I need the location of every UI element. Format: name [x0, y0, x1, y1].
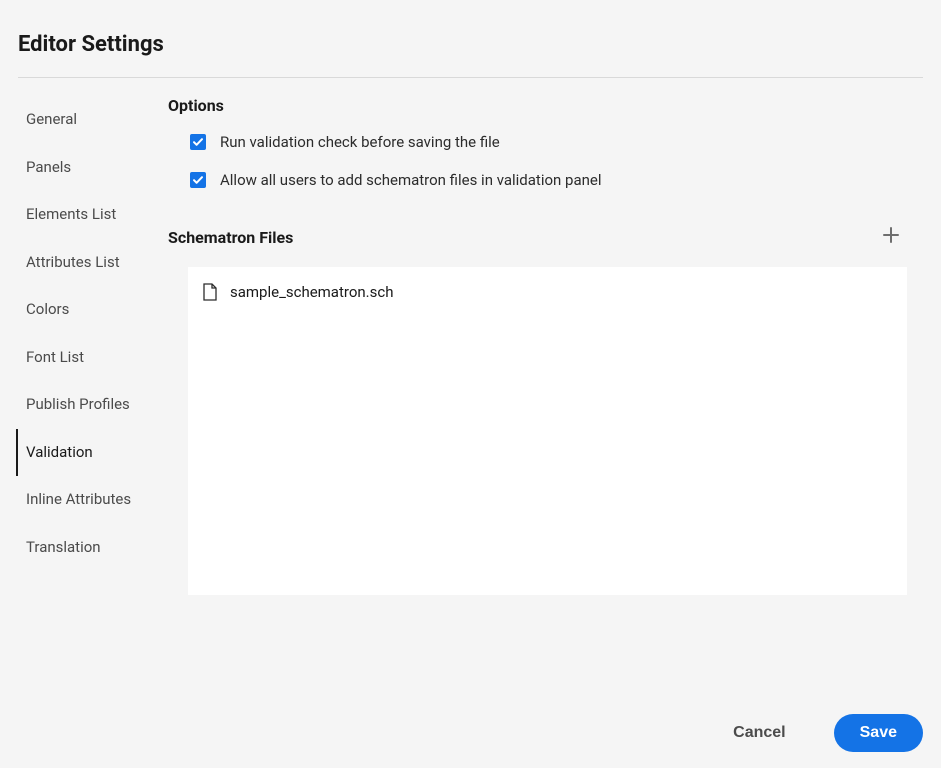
add-schematron-file-button[interactable] — [877, 223, 905, 251]
sidebar-item-attributes-list[interactable]: Attributes List — [16, 239, 168, 287]
sidebar-item-label: Attributes List — [26, 253, 120, 271]
schematron-section: Schematron Files sample_schematron.sch — [168, 223, 917, 595]
sidebar-item-label: Colors — [26, 300, 69, 318]
save-button[interactable]: Save — [834, 714, 923, 752]
checkbox-option-run-validation[interactable]: Run validation check before saving the f… — [190, 133, 917, 151]
plus-icon — [882, 226, 900, 248]
checkbox-label: Run validation check before saving the f… — [220, 133, 500, 151]
sidebar-item-label: Validation — [26, 443, 93, 461]
sidebar-item-label: General — [26, 110, 77, 128]
options-heading: Options — [168, 96, 917, 115]
schematron-header-row: Schematron Files — [168, 223, 917, 251]
checkbox-option-allow-schematron[interactable]: Allow all users to add schematron files … — [190, 171, 917, 189]
main-panel: Options Run validation check before savi… — [168, 96, 941, 595]
schematron-heading: Schematron Files — [168, 228, 293, 247]
sidebar-item-label: Inline Attributes — [26, 490, 131, 508]
sidebar-item-label: Font List — [26, 348, 84, 366]
checkbox-label: Allow all users to add schematron files … — [220, 171, 602, 189]
file-icon — [202, 283, 218, 301]
page-title: Editor Settings — [0, 0, 941, 77]
checkbox-icon — [190, 134, 206, 150]
sidebar-item-translation[interactable]: Translation — [16, 524, 168, 572]
sidebar-nav: General Panels Elements List Attributes … — [16, 96, 168, 595]
sidebar-item-publish-profiles[interactable]: Publish Profiles — [16, 381, 168, 429]
footer-actions: Cancel Save — [715, 714, 923, 752]
sidebar-item-font-list[interactable]: Font List — [16, 334, 168, 382]
sidebar-item-label: Panels — [26, 158, 71, 176]
sidebar-item-label: Elements List — [26, 205, 116, 223]
cancel-button[interactable]: Cancel — [715, 714, 803, 752]
file-row[interactable]: sample_schematron.sch — [202, 283, 893, 301]
sidebar-item-inline-attributes[interactable]: Inline Attributes — [16, 476, 168, 524]
content-wrap: General Panels Elements List Attributes … — [0, 78, 941, 595]
sidebar-item-validation[interactable]: Validation — [16, 429, 168, 477]
schematron-files-panel: sample_schematron.sch — [188, 267, 907, 595]
sidebar-item-label: Translation — [26, 538, 101, 556]
file-name: sample_schematron.sch — [230, 283, 393, 301]
sidebar-item-general[interactable]: General — [16, 96, 168, 144]
sidebar-item-colors[interactable]: Colors — [16, 286, 168, 334]
sidebar-item-label: Publish Profiles — [26, 395, 130, 413]
sidebar-item-panels[interactable]: Panels — [16, 144, 168, 192]
checkbox-icon — [190, 172, 206, 188]
sidebar-item-elements-list[interactable]: Elements List — [16, 191, 168, 239]
